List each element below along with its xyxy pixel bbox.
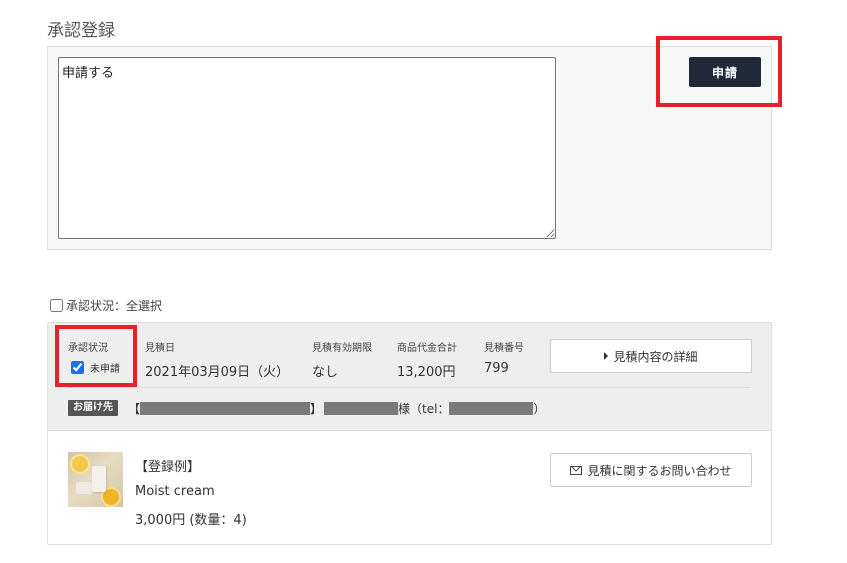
shipping-honorific: 様（tel：: [398, 401, 450, 416]
shipping-close-bracket: 】: [310, 401, 323, 416]
select-all-checkbox[interactable]: [50, 299, 63, 312]
shipping-close-paren: ）: [533, 401, 546, 416]
redacted-address: [140, 401, 311, 415]
product-image[interactable]: [68, 452, 123, 507]
status-label: 承認状況: [68, 343, 108, 354]
mail-icon: [570, 465, 583, 475]
estimate-number-value: 799: [484, 361, 509, 376]
inquiry-button[interactable]: 見積に関するお問い合わせ: [550, 453, 752, 487]
item-info: 【登録例】 Moist cream 3,000円 (数量：4): [135, 456, 247, 528]
expiry-value: なし: [312, 365, 339, 380]
estimate-date-column: 見積日 2021年03月09日（火）: [145, 339, 289, 380]
total-column: 商品代金合計 13,200円: [397, 339, 457, 380]
total-value: 13,200円: [397, 365, 456, 380]
select-all-checkbox-label[interactable]: 承認状況：全選択: [50, 297, 162, 314]
header-divider: [68, 387, 751, 388]
item-row: 【登録例】 Moist cream 3,000円 (数量：4) 見積に関するお問…: [48, 431, 771, 545]
inquiry-button-label: 見積に関するお問い合わせ: [587, 463, 732, 478]
shipping-row: お届け先 【 】 様（tel： ）: [68, 399, 545, 417]
shipping-badge: お届け先: [68, 400, 118, 416]
estimate-date-label: 見積日: [145, 343, 175, 354]
total-label: 商品代金合計: [397, 343, 457, 354]
select-all-label: 承認状況：全選択: [66, 299, 163, 313]
status-value: 未申請: [90, 364, 120, 375]
estimate-number-column: 見積番号 799: [484, 339, 524, 376]
item-name-en: Moist cream: [135, 484, 215, 499]
comment-textarea[interactable]: [58, 57, 556, 239]
redacted-phone: [449, 401, 534, 415]
redacted-name: [324, 401, 399, 415]
item-name-ja: 【登録例】: [135, 460, 201, 475]
expiry-label: 見積有効期限: [312, 343, 372, 354]
approval-form-panel: [47, 46, 772, 250]
shipping-open-bracket: 【: [128, 401, 141, 416]
expiry-column: 見積有効期限 なし: [312, 339, 372, 380]
status-column: 承認状況 未申請: [68, 339, 120, 375]
order-header: 承認状況 未申請 見積日 2021年03月09日（火） 見積有効期限 なし 商品…: [48, 323, 771, 431]
order-card: 承認状況 未申請 見積日 2021年03月09日（火） 見積有効期限 なし 商品…: [47, 322, 772, 545]
submit-button[interactable]: 申請: [689, 57, 761, 87]
estimate-detail-label: 見積内容の詳細: [613, 349, 698, 364]
item-price: 3,000円 (数量：4): [135, 513, 247, 528]
status-checkbox[interactable]: [71, 361, 84, 374]
estimate-number-label: 見積番号: [484, 343, 524, 354]
estimate-date-value: 2021年03月09日（火）: [145, 365, 290, 380]
caret-right-icon: [604, 352, 609, 360]
estimate-detail-button[interactable]: 見積内容の詳細: [550, 339, 752, 373]
section-title: 承認登録: [47, 21, 115, 41]
status-checkbox-label[interactable]: 未申請: [68, 360, 120, 375]
